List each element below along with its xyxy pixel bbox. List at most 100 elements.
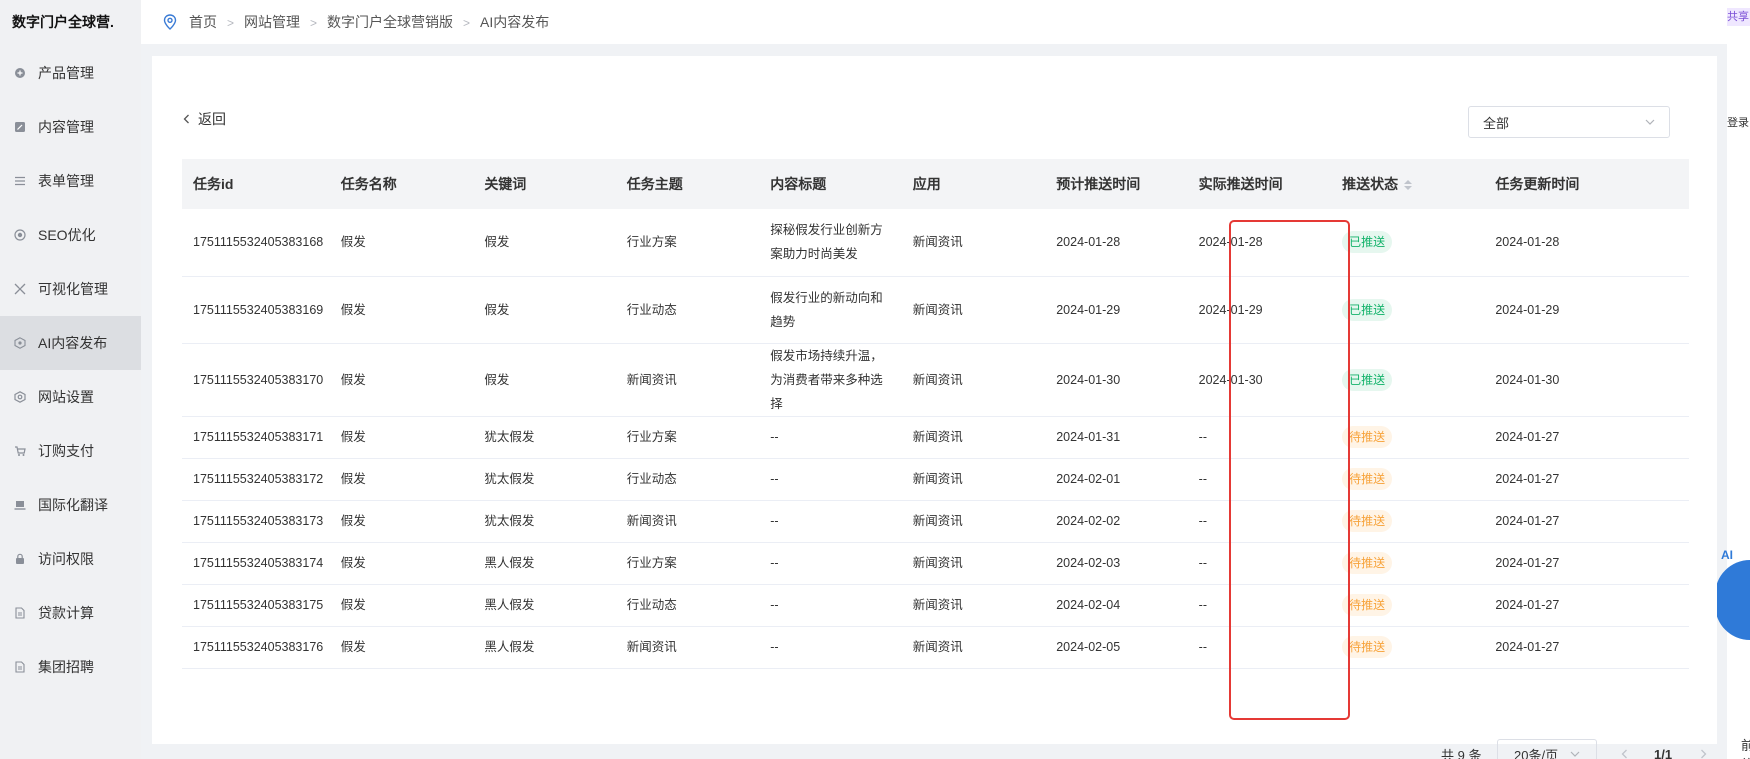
- cell-topic: 行业方案: [615, 209, 760, 277]
- status-badge: 已推送: [1342, 368, 1393, 391]
- table-row: 1751115532405383168 假发 假发 行业方案 探秘假发行业创新方案助力时…: [182, 209, 1689, 277]
- cell-app: 新闻资讯: [901, 276, 1046, 344]
- cell-keyword: 黑人假发: [473, 584, 616, 627]
- cell-updated: 2024-01-27: [1484, 584, 1689, 627]
- breadcrumb-item[interactable]: 网站管理: [244, 14, 300, 30]
- cell-actual: --: [1187, 458, 1332, 501]
- breadcrumb-item[interactable]: 首页: [189, 14, 217, 30]
- table-body: 1751115532405383168 假发 假发 行业方案 探秘假发行业创新方案助力时…: [182, 209, 1689, 669]
- cell-name: 假发: [329, 343, 474, 417]
- page-size-value: 20条/页: [1514, 747, 1559, 759]
- cell-name: 假发: [329, 500, 474, 543]
- cell-planned: 2024-01-30: [1045, 343, 1188, 417]
- back-label: 返回: [198, 111, 226, 127]
- cell-actual: --: [1187, 542, 1332, 585]
- cell-title: --: [759, 500, 902, 543]
- cell-planned: 2024-02-05: [1045, 626, 1188, 669]
- sidebar-item-4[interactable]: 可视化管理: [0, 262, 141, 316]
- cell-updated: 2024-01-28: [1484, 209, 1689, 277]
- cell-updated: 2024-01-27: [1484, 500, 1689, 543]
- cell-name: 假发: [329, 416, 474, 459]
- column-header[interactable]: 推送状态: [1331, 159, 1485, 209]
- column-header-label: 推送状态: [1342, 176, 1399, 192]
- back-button[interactable]: 返回: [182, 109, 226, 129]
- chevron-down-icon: [1645, 117, 1655, 127]
- sidebar-item-3[interactable]: SEO优化: [0, 208, 141, 262]
- document-icon: [14, 661, 26, 673]
- cell-app: 新闻资讯: [901, 584, 1046, 627]
- breadcrumb-separator-icon: >: [463, 16, 471, 30]
- column-header-label: 任务名称: [340, 176, 397, 192]
- cell-planned: 2024-01-31: [1045, 416, 1188, 459]
- sidebar-item-8[interactable]: 国际化翻译: [0, 478, 141, 532]
- sidebar-item-10[interactable]: 贷款计算: [0, 586, 141, 640]
- sidebar-item-5[interactable]: AI内容发布: [0, 316, 141, 370]
- cell-title: --: [759, 584, 902, 627]
- cell-name: 假发: [329, 276, 474, 344]
- cell-status: 已推送: [1331, 343, 1485, 417]
- cell-planned: 2024-02-03: [1045, 542, 1188, 585]
- sidebar-item-11[interactable]: 集团招聘: [0, 640, 141, 694]
- column-header: 应用: [901, 159, 1046, 209]
- sidebar-item-2[interactable]: 表单管理: [0, 154, 141, 208]
- sidebar-item-label: 订购支付: [38, 443, 94, 459]
- sidebar-item-label: AI内容发布: [38, 335, 108, 351]
- cell-planned: 2024-01-28: [1045, 209, 1188, 277]
- column-header: 实际推送时间: [1187, 159, 1332, 209]
- column-header-label: 关键词: [484, 176, 527, 192]
- cell-keyword: 假发: [473, 276, 616, 344]
- cart-icon: [14, 445, 26, 457]
- cell-keyword: 犹太假发: [473, 458, 616, 501]
- cell-name: 假发: [329, 584, 474, 627]
- cell-keyword: 假发: [473, 343, 616, 417]
- cell-actual: --: [1187, 416, 1332, 459]
- sidebar-item-7[interactable]: 订购支付: [0, 424, 141, 478]
- cell-title: --: [759, 416, 902, 459]
- lock-icon: [14, 553, 26, 565]
- sidebar-item-label: 网站设置: [38, 389, 94, 405]
- cell-app: 新闻资讯: [901, 500, 1046, 543]
- cell-topic: 行业方案: [615, 416, 760, 459]
- cell-updated: 2024-01-29: [1484, 276, 1689, 344]
- sidebar-item-label: 访问权限: [38, 551, 94, 567]
- sort-icon[interactable]: [1404, 180, 1413, 191]
- login-tag[interactable]: 登录: [1727, 114, 1750, 132]
- prev-page-button[interactable]: [1620, 739, 1632, 759]
- ai-assistant-float[interactable]: AI: [1715, 548, 1750, 640]
- cell-name: 假发: [329, 626, 474, 669]
- status-filter-value: 全部: [1483, 115, 1510, 131]
- cell-updated: 2024-01-27: [1484, 458, 1689, 501]
- column-header-label: 预计推送时间: [1056, 176, 1141, 192]
- breadcrumb-item[interactable]: 数字门户全球营销版: [327, 14, 453, 30]
- cell-actual: 2024-01-30: [1187, 343, 1332, 417]
- column-header-label: 内容标题: [770, 176, 827, 192]
- sidebar-item-0[interactable]: 产品管理: [0, 46, 141, 100]
- sidebar-item-label: 国际化翻译: [38, 497, 108, 513]
- cell-id: 1751115532405383168: [182, 209, 330, 277]
- status-filter-select[interactable]: 全部: [1468, 106, 1670, 138]
- cell-updated: 2024-01-27: [1484, 416, 1689, 459]
- cell-keyword: 黑人假发: [473, 542, 616, 585]
- sidebar-item-9[interactable]: 访问权限: [0, 532, 141, 586]
- cell-name: 假发: [329, 209, 474, 277]
- cell-planned: 2024-01-29: [1045, 276, 1188, 344]
- table-row: 1751115532405383172 假发 犹太假发 行业动态 -- 新闻资讯 2024-…: [182, 458, 1689, 501]
- plus-circle-icon: [14, 67, 26, 79]
- status-badge: 已推送: [1342, 298, 1393, 321]
- cell-keyword: 黑人假发: [473, 626, 616, 669]
- column-header-label: 应用: [912, 176, 941, 192]
- edit-icon: [14, 121, 26, 133]
- sidebar-item-1[interactable]: 内容管理: [0, 100, 141, 154]
- cell-app: 新闻资讯: [901, 209, 1046, 277]
- sidebar-item-6[interactable]: 网站设置: [0, 370, 141, 424]
- next-page-button[interactable]: [1698, 739, 1710, 759]
- cell-id: 1751115532405383169: [182, 276, 330, 344]
- cell-topic: 新闻资讯: [615, 626, 760, 669]
- page-size-select[interactable]: 20条/页: [1497, 739, 1597, 759]
- cell-title: --: [759, 626, 902, 669]
- column-header: 任务名称: [329, 159, 474, 209]
- sidebar-item-label: 贷款计算: [38, 605, 94, 621]
- share-tag[interactable]: 共享: [1727, 8, 1750, 26]
- table-row: 1751115532405383171 假发 犹太假发 行业方案 -- 新闻资讯 2024-…: [182, 416, 1689, 459]
- column-header: 任务主题: [615, 159, 760, 209]
